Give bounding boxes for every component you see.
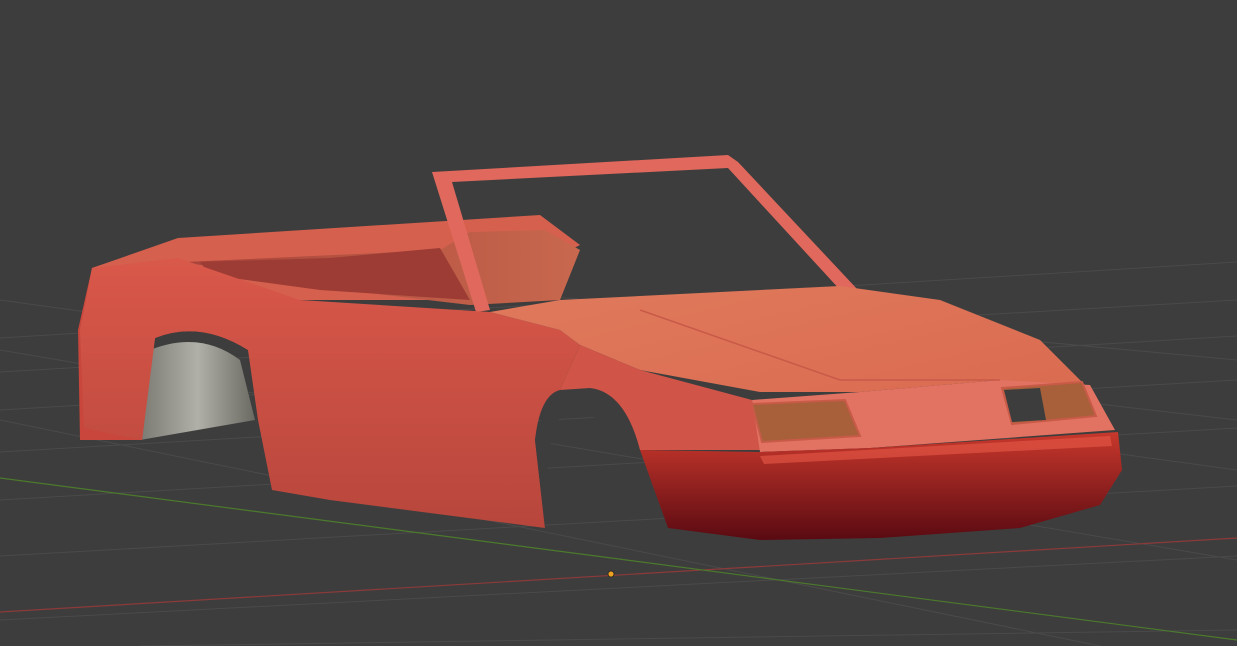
viewport-canvas[interactable] bbox=[0, 0, 1237, 646]
headlight-left bbox=[750, 398, 862, 444]
3d-viewport[interactable] bbox=[0, 0, 1237, 646]
x-axis-line bbox=[0, 537, 1237, 613]
convertible-car-body[interactable] bbox=[78, 155, 1122, 540]
rear-wheel-well bbox=[140, 342, 255, 440]
origin-marker bbox=[607, 570, 615, 578]
